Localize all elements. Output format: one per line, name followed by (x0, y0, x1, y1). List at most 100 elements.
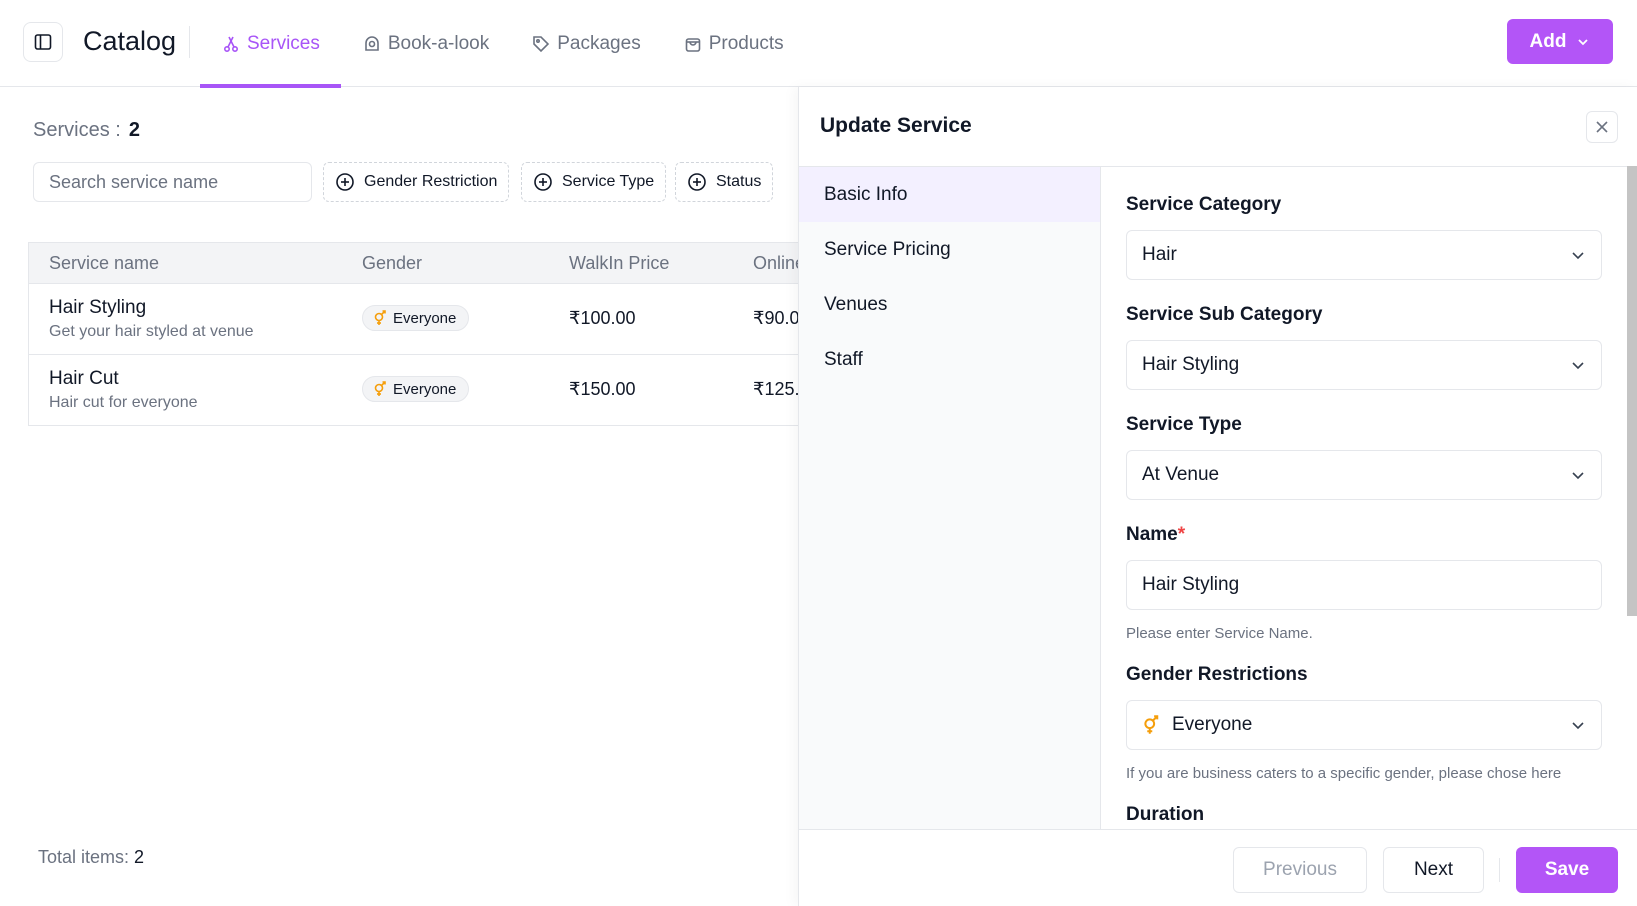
sidebar-icon (34, 34, 52, 50)
name-label: Name* (1126, 524, 1185, 546)
gender-icon (374, 310, 386, 325)
nav-venues[interactable]: Venues (799, 277, 1100, 332)
gender-icon (1144, 715, 1159, 734)
required-marker: * (1177, 524, 1186, 545)
online-price: ₹125.00 (753, 379, 798, 399)
bag-icon (685, 37, 701, 52)
service-description: Hair cut for everyone (49, 394, 198, 411)
tab-label: Products (708, 32, 784, 54)
service-category-select[interactable]: Hair (1126, 230, 1602, 280)
services-count-value: 2 (128, 119, 140, 141)
tab-label: Book-a-look (387, 32, 490, 54)
chevron-down-icon (1572, 722, 1584, 730)
footer-divider (1499, 858, 1500, 882)
chevron-down-icon (1578, 38, 1589, 45)
total-items-value: 2 (134, 847, 145, 867)
gender-badge-label: Everyone (393, 380, 457, 398)
drawer-nav: Basic Info Service Pricing Venues Staff (799, 166, 1101, 829)
tab-label: Services (247, 32, 320, 54)
service-subcategory-select[interactable]: Hair Styling (1126, 340, 1602, 390)
filter-gender-restriction[interactable]: Gender Restriction (323, 162, 510, 202)
chevron-down-icon (1572, 362, 1584, 370)
filter-service-type[interactable]: Service Type (521, 162, 667, 202)
column-walkin-price: WalkIn Price (569, 252, 670, 273)
gender-hint: If you are business caters to a specific… (1126, 765, 1562, 782)
filter-label: Status (716, 173, 762, 190)
service-name: Hair Cut (49, 368, 119, 389)
nav-service-pricing[interactable]: Service Pricing (799, 222, 1100, 277)
services-list-panel: Services : 2 Gender Restriction Service T… (0, 87, 798, 906)
service-type-label: Service Type (1126, 414, 1242, 435)
service-name: Hair Styling (49, 297, 147, 318)
services-count-label: Services : (33, 119, 121, 141)
tab-packages[interactable]: Packages (510, 0, 661, 87)
close-button[interactable] (1586, 111, 1618, 143)
plus-circle-icon (688, 173, 706, 191)
service-category-value: Hair (1142, 244, 1177, 265)
tab-services[interactable]: Services (200, 0, 341, 88)
gender-badge: Everyone (362, 305, 470, 331)
name-input[interactable] (1126, 560, 1602, 610)
tab-book-a-look[interactable]: Book-a-look (341, 0, 510, 87)
service-subcategory-label: Service Sub Category (1126, 304, 1323, 325)
search-input[interactable] (33, 162, 312, 202)
add-button[interactable]: Add (1507, 19, 1613, 64)
add-button-label: Add (1529, 30, 1567, 52)
table-header: Service name Gender WalkIn Price Online … (29, 243, 798, 283)
service-type-select[interactable]: At Venue (1126, 450, 1602, 500)
look-icon (365, 35, 379, 51)
table-row[interactable]: Hair Styling Get your hair styled at ven… (29, 283, 798, 354)
tab-products[interactable]: Products (662, 0, 805, 87)
drawer-title: Update Service (820, 114, 972, 137)
service-type-value: At Venue (1142, 464, 1220, 485)
walkin-price: ₹150.00 (569, 379, 636, 399)
form-scrollbar[interactable] (1627, 166, 1637, 616)
next-button[interactable]: Next (1383, 847, 1484, 893)
duration-label: Duration (1126, 804, 1205, 825)
title-divider (189, 26, 190, 58)
page-title: Catalog (83, 26, 177, 56)
save-button[interactable]: Save (1516, 847, 1618, 893)
gender-restrictions-select[interactable]: Everyone (1126, 700, 1602, 750)
service-category-label: Service Category (1126, 194, 1282, 215)
column-service-name: Service name (49, 252, 160, 273)
column-online-price: Online Price (753, 252, 798, 273)
nav-basic-info[interactable]: Basic Info (799, 167, 1100, 222)
gender-badge-label: Everyone (393, 309, 457, 327)
drawer-footer: Previous Next Save (799, 829, 1637, 906)
services-count: Services : 2 (33, 119, 140, 142)
table-row[interactable]: Hair Cut Hair cut for everyone Everyone … (29, 354, 798, 425)
previous-button[interactable]: Previous (1233, 847, 1367, 893)
sidebar-toggle-button[interactable] (23, 22, 63, 62)
service-description: Get your hair styled at venue (49, 323, 254, 340)
chevron-down-icon (1572, 252, 1584, 260)
nav-staff[interactable]: Staff (799, 332, 1100, 387)
total-items: Total items: 2 (38, 847, 144, 868)
tag-icon (533, 35, 550, 52)
close-icon (1596, 121, 1608, 133)
filter-label: Gender Restriction (364, 173, 498, 190)
gender-restrictions-label: Gender Restrictions (1126, 664, 1308, 685)
update-service-drawer: Update Service Basic Info Service Pricin… (798, 87, 1637, 906)
catalog-tabs: Services Book-a-look Packages Products (200, 0, 805, 88)
gender-icon (374, 381, 386, 396)
online-price: ₹90.00 (753, 308, 798, 328)
gender-restrictions-value: Everyone (1172, 714, 1253, 735)
top-header: Catalog Services Book-a-look Packages Pr… (0, 0, 1637, 88)
column-gender: Gender (362, 252, 423, 273)
service-subcategory-value: Hair Styling (1142, 354, 1240, 375)
walkin-price: ₹100.00 (569, 308, 636, 328)
name-hint: Please enter Service Name. (1126, 625, 1313, 642)
services-table: Service name Gender WalkIn Price Online … (28, 242, 798, 426)
basic-info-form: Service Category Hair Service Sub Catego… (1101, 166, 1637, 829)
name-label-text: Name (1126, 524, 1178, 545)
tab-label: Packages (557, 32, 641, 54)
gender-badge: Everyone (362, 376, 470, 402)
chevron-down-icon (1572, 472, 1584, 480)
plus-circle-icon (534, 173, 552, 191)
total-items-label: Total items: (38, 847, 130, 867)
plus-circle-icon (336, 173, 354, 191)
filter-status[interactable]: Status (675, 162, 774, 202)
scissors-icon (223, 36, 239, 52)
filter-label: Service Type (562, 173, 655, 190)
